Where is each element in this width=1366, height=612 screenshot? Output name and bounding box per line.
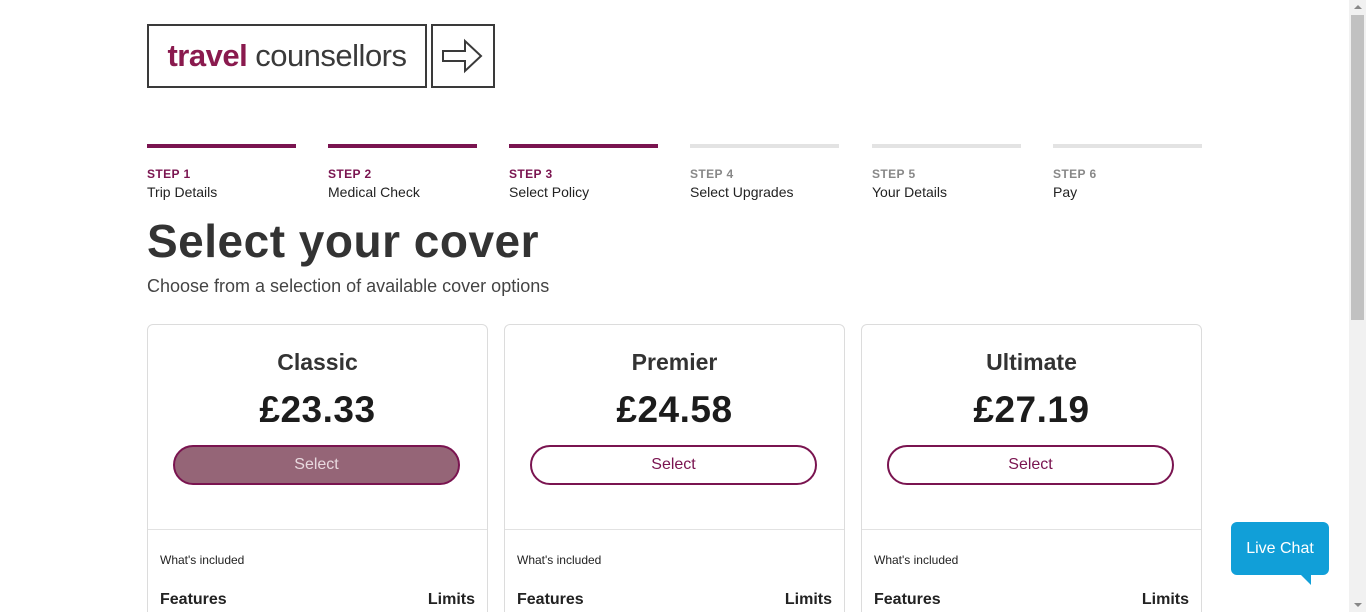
step-label: Select Upgrades [690,184,794,200]
step-bar [328,144,477,148]
whats-included-label: What's included [160,553,245,567]
step-trip-details: STEP 1 Trip Details [147,144,296,200]
step-number: STEP 4 [690,167,734,181]
page: travel counsellors STEP 1 Trip Details S… [0,0,1366,612]
plan-card-classic: Classic £23.33 Select What's included Fe… [147,324,488,612]
scroll-down-arrow-icon[interactable] [1354,603,1362,607]
whats-included-label: What's included [517,553,602,567]
plan-card-premier: Premier £24.58 Select What's included Fe… [504,324,845,612]
features-header: Features [517,591,584,608]
step-your-details: STEP 5 Your Details [872,144,1021,200]
plan-name: Ultimate [986,349,1077,375]
page-title: Select your cover [147,215,540,267]
card-divider [505,529,844,530]
step-number: STEP 1 [147,167,191,181]
step-bar [1053,144,1202,148]
step-label: Your Details [872,184,947,200]
plan-price: £27.19 [973,389,1090,430]
progress-steps: STEP 1 Trip Details STEP 2 Medical Check… [147,144,1202,204]
step-select-upgrades: STEP 4 Select Upgrades [690,144,839,200]
step-number: STEP 3 [509,167,553,181]
scrollbar-thumb[interactable] [1351,15,1364,320]
live-chat-label: Live Chat [1246,539,1314,557]
step-label: Medical Check [328,184,420,200]
step-number: STEP 6 [1053,167,1097,181]
select-classic-button[interactable]: Select [173,445,460,485]
step-bar [147,144,296,148]
logo-brand-travel: travel [167,38,248,73]
page-subtitle: Choose from a selection of available cov… [147,276,550,296]
step-number: STEP 5 [872,167,916,181]
page-scrollbar[interactable] [1349,0,1366,612]
card-divider [862,529,1201,530]
logo-wordmark[interactable]: travel counsellors [147,24,427,88]
plan-price: £23.33 [259,389,376,430]
step-label: Trip Details [147,184,218,200]
card-divider [148,529,487,530]
select-premier-button[interactable]: Select [530,445,817,485]
select-ultimate-button[interactable]: Select [887,445,1174,485]
logo-brand-counsellors: counsellors [255,38,407,73]
step-bar [509,144,658,148]
plan-name: Classic [277,349,358,375]
chat-bubble-tail [1301,575,1311,585]
step-bar [690,144,839,148]
step-label: Pay [1053,184,1078,200]
live-chat-button[interactable]: Live Chat [1231,522,1329,585]
step-select-policy: STEP 3 Select Policy [509,144,658,200]
features-header: Features [160,591,227,608]
step-pay: STEP 6 Pay [1053,144,1202,200]
limits-header: Limits [784,591,832,608]
plan-name: Premier [631,349,718,375]
scroll-up-arrow-icon[interactable] [1354,5,1362,9]
plan-card-ultimate: Ultimate £27.19 Select What's included F… [861,324,1202,612]
step-number: STEP 2 [328,167,372,181]
arrow-right-icon [431,24,495,88]
step-label: Select Policy [509,184,590,200]
features-header: Features [874,591,941,608]
step-bar [872,144,1021,148]
whats-included-label: What's included [874,553,959,567]
step-medical-check: STEP 2 Medical Check [328,144,477,200]
limits-header: Limits [1141,591,1189,608]
logo[interactable]: travel counsellors [147,24,495,88]
plan-price: £24.58 [616,389,733,430]
limits-header: Limits [427,591,475,608]
